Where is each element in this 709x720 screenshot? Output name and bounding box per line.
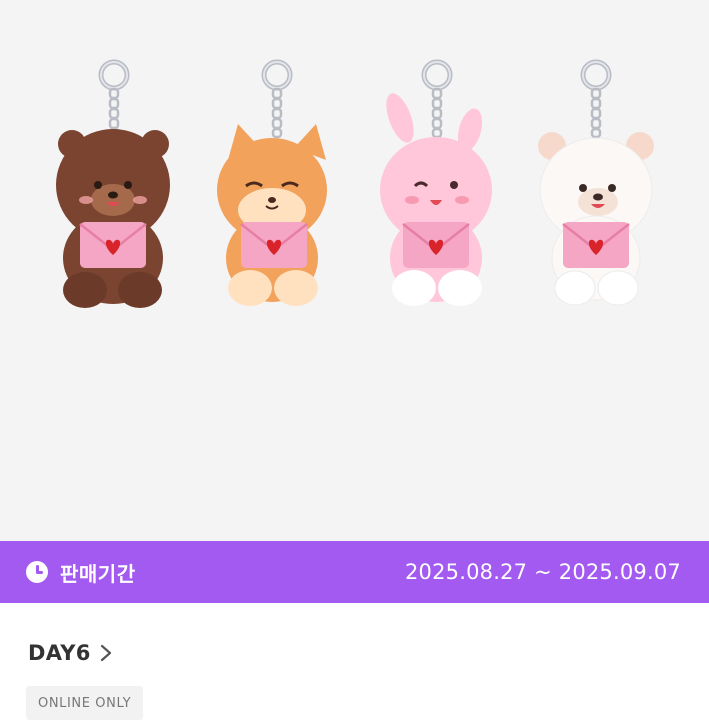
sale-period-label: 판매기간 [60,561,136,586]
product-info: DAY6 ONLINE ONLY [0,603,709,720]
sale-period-dates: 2025.08.27 ~ 2025.09.07 [404,560,681,584]
clock-icon [26,561,48,583]
chevron-right-icon [100,644,111,662]
polar-bear-plush-keyring-icon [538,62,654,306]
fox-plush-keyring-icon [217,62,327,306]
bear-plush-keyring-icon [56,62,170,308]
rabbit-plush-keyring-icon [380,62,492,306]
artist-link[interactable]: DAY6 [28,641,113,665]
artist-name: DAY6 [28,641,91,665]
sale-period-label-group: 판매기간 [26,558,136,587]
sale-period-bar: 판매기간 2025.08.27 ~ 2025.09.07 [0,541,709,603]
product-illustration [56,0,654,308]
online-only-badge: ONLINE ONLY [26,686,144,720]
product-image[interactable] [0,0,709,541]
